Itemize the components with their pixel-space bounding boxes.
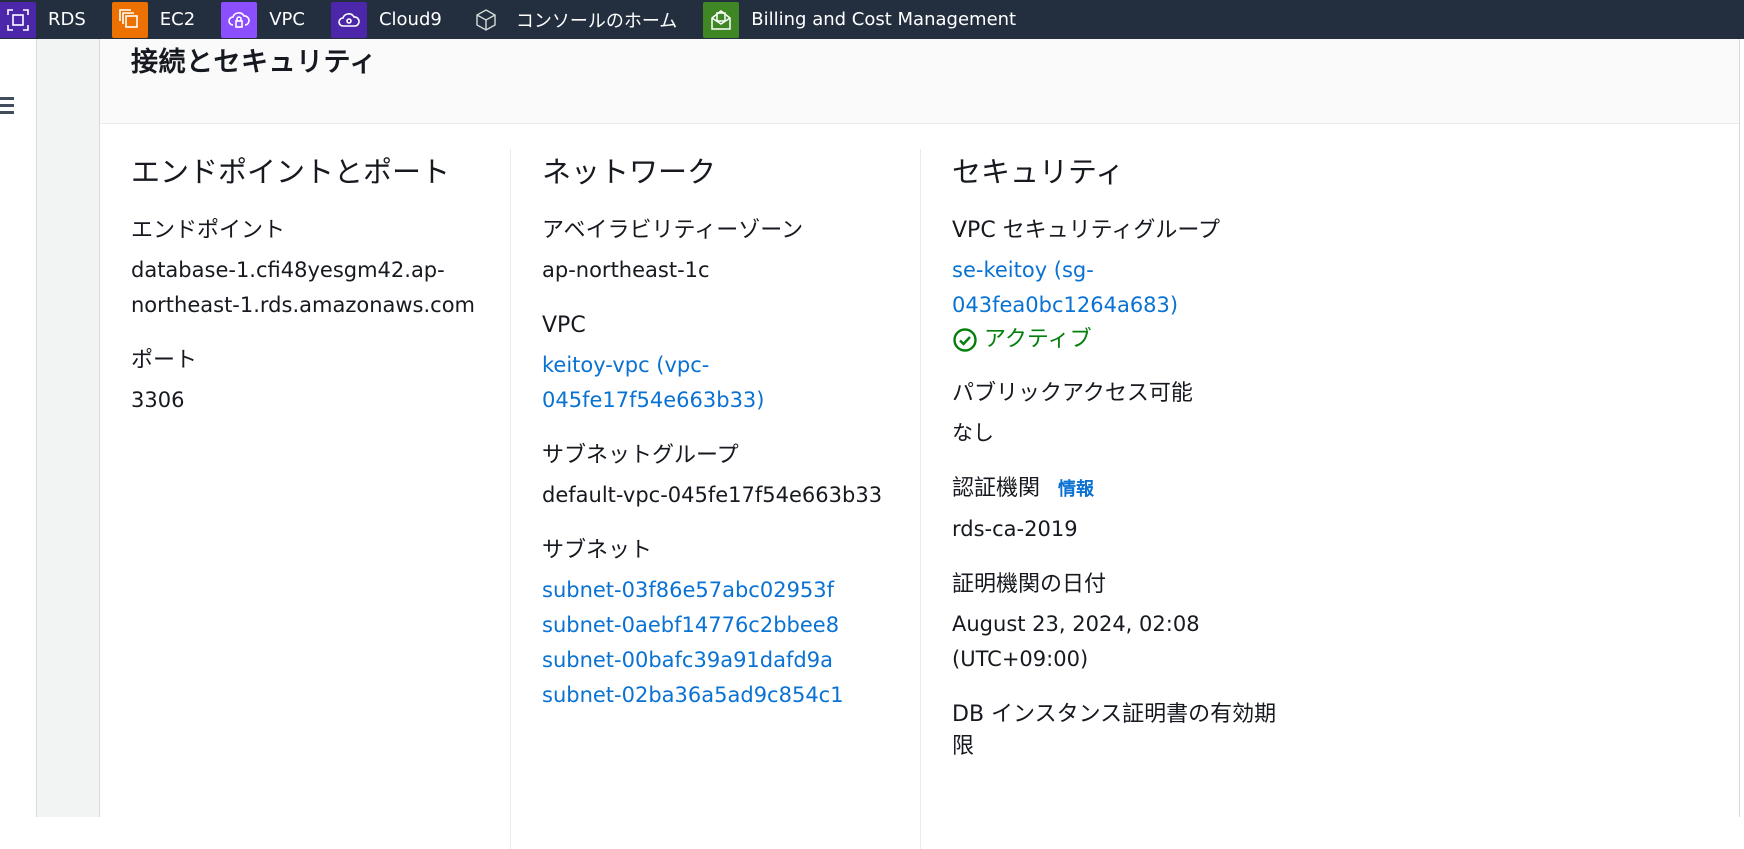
page-gutter	[37, 39, 99, 817]
status-text: アクティブ	[984, 327, 1092, 352]
port-value: 3306	[131, 388, 185, 412]
ca-date-label: 証明機関の日付	[952, 572, 1107, 597]
rds-icon	[0, 1, 36, 38]
endpoint-line-2: northeast-1.rds.amazonaws.com	[131, 293, 476, 317]
endpoint-port-column: エンドポイントとポート エンドポイント database-1.cfi48yesg…	[131, 149, 483, 418]
billing-icon	[703, 1, 740, 38]
network-column: ネットワーク アベイラビリティーゾーン ap-northeast-1c VPC …	[510, 149, 922, 849]
favorite-console-home[interactable]: コンソールのホーム	[467, 0, 678, 39]
security-heading: セキュリティ	[952, 155, 1125, 189]
endpoint-line-1: database-1.cfi48yesgm42.ap-	[131, 258, 445, 282]
side-navigation-rail	[0, 39, 37, 817]
cert-expiry-label: DB インスタンス証明書の有効期 限	[952, 699, 1332, 763]
subnet-group-label: サブネットグループ	[542, 443, 739, 468]
ec2-icon	[111, 1, 148, 38]
endpoint-label: エンドポイント	[131, 218, 286, 243]
vpc-icon	[221, 1, 258, 38]
subnet-link[interactable]: subnet-0aebf14776c2bbee8	[542, 608, 922, 643]
subnet-link[interactable]: subnet-02ba36a5ad9c854c1	[542, 678, 922, 713]
security-group-status: アクティブ	[952, 323, 1332, 356]
console-home-icon	[467, 1, 504, 38]
card-title: 接続とセキュリティ	[131, 47, 377, 78]
menu-icon[interactable]	[0, 97, 16, 117]
ca-date-line-1: August 23, 2024, 02:08	[952, 612, 1200, 636]
ca-info-link[interactable]: 情報	[1058, 479, 1094, 500]
availability-zone-label: アベイラビリティーゾーン	[542, 218, 804, 243]
favorite-cloud9[interactable]: Cloud9	[330, 0, 442, 39]
favorite-billing[interactable]: Billing and Cost Management	[703, 0, 1016, 39]
subnets-label: サブネット	[542, 538, 653, 563]
success-check-icon	[953, 327, 977, 352]
favorite-label: Billing and Cost Management	[751, 9, 1017, 30]
security-group-link-line-2[interactable]: 043fea0bc1264a683)	[952, 288, 1332, 323]
subnet-link[interactable]: subnet-03f86e57abc02953f	[542, 573, 922, 608]
favorite-label: VPC	[269, 9, 305, 30]
ca-label-text: 認証機関	[952, 476, 1041, 501]
security-group-label: VPC セキュリティグループ	[952, 218, 1221, 243]
connectivity-security-card: 接続とセキュリティ エンドポイントとポート エンドポイント database-1…	[99, 39, 1740, 849]
cert-expiry-label-line-1: DB インスタンス証明書の有効期	[952, 702, 1277, 727]
subnet-group-value: default-vpc-045fe17f54e663b33	[542, 483, 883, 507]
certificate-authority-label: 認証機関 情報	[952, 473, 1332, 506]
favorite-label: Cloud9	[378, 9, 442, 30]
certificate-authority-value: rds-ca-2019	[952, 517, 1078, 541]
favorite-ec2[interactable]: EC2	[111, 0, 196, 39]
vpc-label: VPC	[542, 313, 586, 338]
cert-expiry-label-line-2: 限	[952, 734, 975, 759]
subnet-list: subnet-03f86e57abc02953f subnet-0aebf147…	[542, 573, 922, 713]
card-header: 接続とセキュリティ	[100, 39, 1739, 124]
favorite-rds[interactable]: RDS	[0, 0, 86, 39]
public-access-value: なし	[952, 421, 994, 445]
favorite-label: コンソールのホーム	[515, 10, 678, 32]
port-label: ポート	[131, 348, 198, 373]
availability-zone-value: ap-northeast-1c	[542, 258, 710, 282]
favorites-bar: RDS EC2 VPC Cloud9 コンソールのホーム Billing and…	[0, 0, 1744, 39]
favorite-label: RDS	[48, 9, 86, 30]
favorite-label: EC2	[159, 9, 196, 30]
security-column: セキュリティ VPC セキュリティグループ se-keitoy (sg- 043…	[920, 149, 1332, 849]
security-group-link-line-1[interactable]: se-keitoy (sg-	[952, 253, 1332, 288]
ca-date-value: August 23, 2024, 02:08 (UTC+09:00)	[952, 607, 1332, 677]
public-access-label: パブリックアクセス可能	[952, 381, 1193, 406]
vpc-link[interactable]: keitoy-vpc (vpc- 045fe17f54e663b33)	[542, 348, 922, 418]
vpc-link-line-1[interactable]: keitoy-vpc (vpc-	[542, 348, 922, 383]
endpoint-port-heading: エンドポイントとポート	[131, 155, 451, 189]
network-heading: ネットワーク	[542, 155, 717, 189]
subnet-link[interactable]: subnet-00bafc39a91dafd9a	[542, 643, 922, 678]
ca-date-line-2: (UTC+09:00)	[952, 647, 1089, 671]
cloud9-icon	[330, 1, 367, 38]
favorite-vpc[interactable]: VPC	[221, 0, 305, 39]
endpoint-value: database-1.cfi48yesgm42.ap- northeast-1.…	[131, 253, 483, 323]
vpc-link-line-2[interactable]: 045fe17f54e663b33)	[542, 383, 922, 418]
security-group-link[interactable]: se-keitoy (sg- 043fea0bc1264a683)	[952, 253, 1332, 323]
